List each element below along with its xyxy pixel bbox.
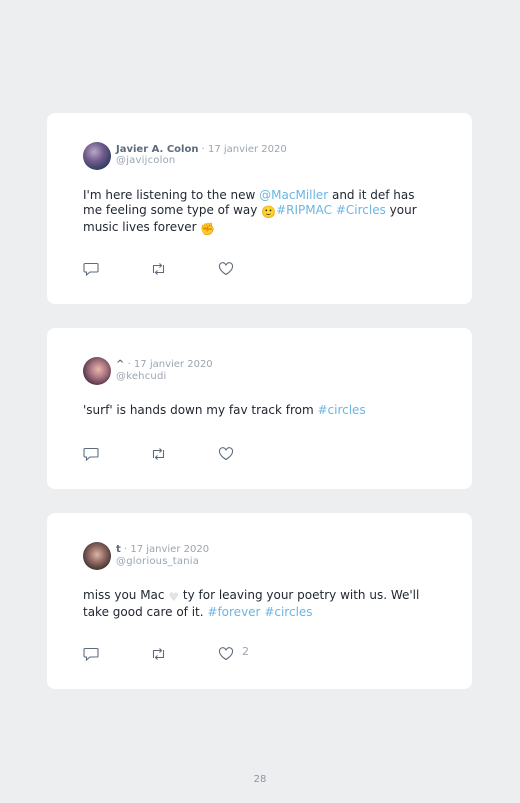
mention-link[interactable]: @MacMiller (259, 188, 328, 202)
raised-fist-emoji: ✊ (200, 222, 216, 236)
tweet-date: · 17 janvier 2020 (123, 544, 210, 555)
author-name[interactable]: ^ (116, 359, 124, 370)
sad-face-emoji: 🙂 (261, 205, 277, 219)
hashtag-link[interactable]: #circles (264, 605, 312, 619)
tweet-card: t · 17 janvier 2020 @glorious_tania miss… (47, 513, 472, 689)
retweet-icon[interactable] (150, 261, 166, 275)
tweet-text-segment: I'm here listening to the new (83, 188, 260, 202)
hashtag-link[interactable]: #Circles (336, 203, 386, 217)
reply-icon[interactable] (83, 261, 99, 277)
author-name[interactable]: t (116, 544, 121, 555)
retweet-icon[interactable] (150, 446, 166, 460)
tweet-text: miss you Mac ♥ ty for leaving your poetr… (83, 588, 433, 620)
tweet-text-segment: miss you Mac (83, 588, 169, 602)
retweet-icon[interactable] (150, 646, 166, 660)
tweet-header: ^ · 17 janvier 2020 (116, 358, 213, 371)
like-icon[interactable] (218, 446, 234, 461)
hashtag-link[interactable]: #circles (317, 403, 365, 417)
hashtag-link[interactable]: #forever (207, 605, 260, 619)
tweet-text: I'm here listening to the new @MacMiller… (83, 188, 433, 237)
hashtag-link[interactable]: #RIPMAC (276, 203, 332, 217)
tweet-card: ^ · 17 janvier 2020 @kehcudi 'surf' is h… (47, 328, 472, 489)
tweet-text-segment: 'surf' is hands down my fav track from (83, 403, 318, 417)
author-handle[interactable]: @kehcudi (116, 371, 167, 382)
author-handle[interactable]: @glorious_tania (116, 556, 199, 567)
author-handle[interactable]: @javijcolon (116, 155, 175, 166)
author-name[interactable]: Javier A. Colon (116, 144, 198, 155)
tweet-text: 'surf' is hands down my fav track from #… (83, 403, 433, 418)
like-icon[interactable] (218, 261, 234, 276)
page-number: 28 (253, 774, 267, 785)
avatar[interactable] (83, 142, 111, 170)
tweet-date: · 17 janvier 2020 (127, 359, 213, 370)
tweet-header: t · 17 janvier 2020 (116, 543, 209, 556)
tweet-card: Javier A. Colon · 17 janvier 2020 @javij… (47, 113, 472, 304)
reply-icon[interactable] (83, 646, 99, 662)
like-count: 2 (242, 645, 249, 658)
reply-icon[interactable] (83, 446, 99, 462)
tweet-date: · 17 janvier 2020 (201, 144, 287, 155)
avatar[interactable] (83, 357, 111, 385)
white-heart-emoji: ♥ (168, 590, 180, 604)
avatar[interactable] (83, 542, 111, 570)
like-icon[interactable] (218, 646, 234, 661)
